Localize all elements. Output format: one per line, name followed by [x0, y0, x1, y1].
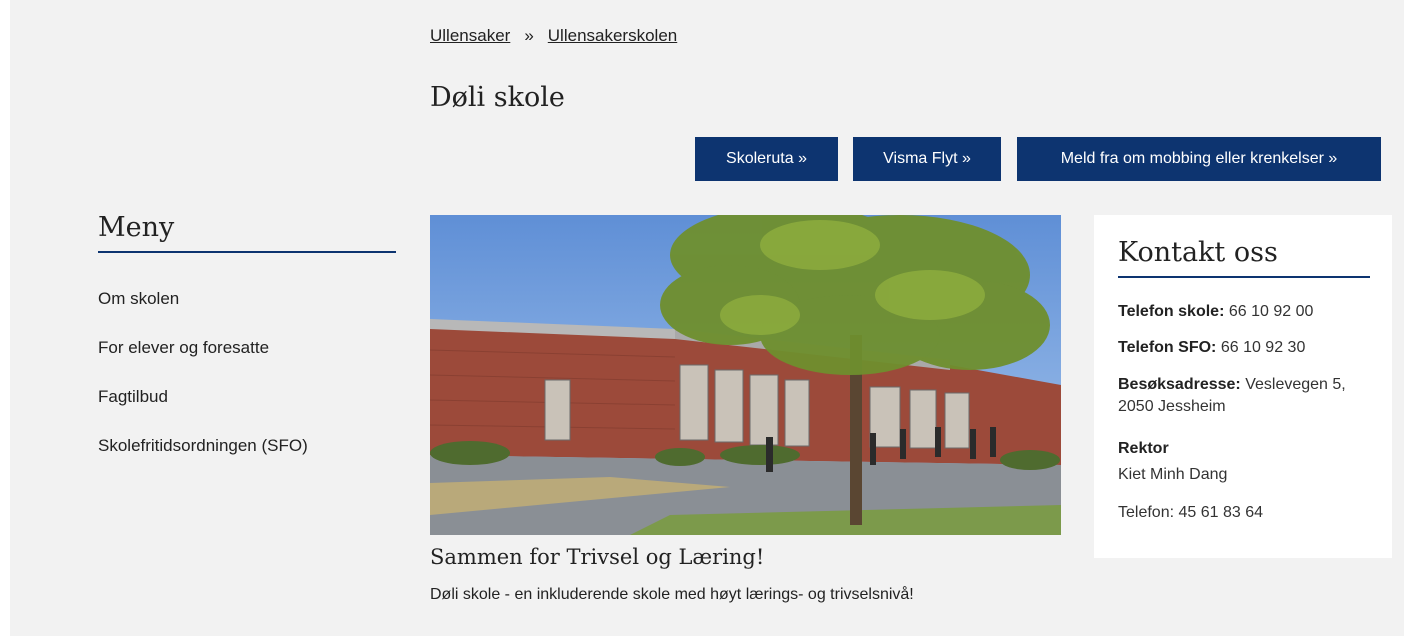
phone-school-value: 66 10 92 00: [1224, 303, 1314, 320]
visma-flyt-button[interactable]: Visma Flyt »: [853, 137, 1001, 181]
hero-caption-text: Døli skole - en inkluderende skole med h…: [430, 586, 914, 603]
phone-sfo-value: 66 10 92 30: [1216, 339, 1306, 356]
menu-item-sfo[interactable]: Skolefritidsordningen (SFO): [98, 435, 308, 484]
menu-heading: Meny: [98, 212, 396, 253]
visit-address: Besøksadresse: Veslevegen 5, 2050 Jesshe…: [1118, 374, 1370, 418]
principal-label: Rektor: [1118, 438, 1370, 460]
contact-heading: Kontakt oss: [1118, 237, 1370, 278]
menu-item-om-skolen[interactable]: Om skolen: [98, 288, 308, 337]
principal-name: Kiet Minh Dang: [1118, 466, 1228, 483]
phone-school: Telefon skole: 66 10 92 00: [1118, 301, 1370, 323]
menu-item-elever-foresatte[interactable]: For elever og foresatte: [98, 337, 308, 386]
breadcrumb-link-ullensakerskolen[interactable]: Ullensakerskolen: [548, 26, 677, 45]
school-photo-illustration: [430, 215, 1061, 535]
phone-sfo: Telefon SFO: 66 10 92 30: [1118, 337, 1370, 359]
breadcrumb-separator: »: [524, 26, 534, 45]
phone-school-label: Telefon skole:: [1118, 303, 1225, 320]
skoleruta-button[interactable]: Skoleruta »: [695, 137, 838, 181]
report-bullying-button[interactable]: Meld fra om mobbing eller krenkelser »: [1017, 137, 1381, 181]
menu-item-fagtilbud[interactable]: Fagtilbud: [98, 386, 308, 435]
phone-sfo-label: Telefon SFO:: [1118, 339, 1217, 356]
side-menu: Om skolen For elever og foresatte Fagtil…: [98, 288, 308, 484]
principal-title: Rektor: [1118, 440, 1169, 457]
breadcrumb: Ullensaker » Ullensakerskolen: [430, 26, 677, 46]
contact-box: Kontakt oss Telefon skole: 66 10 92 00 T…: [1094, 215, 1392, 558]
page-title: Døli skole: [430, 82, 565, 113]
school-photo: [430, 215, 1061, 535]
hero-caption-title: Sammen for Trivsel og Læring!: [430, 545, 765, 569]
visit-address-label: Besøksadresse:: [1118, 376, 1241, 393]
principal-phone: Telefon: 45 61 83 64: [1118, 504, 1264, 521]
breadcrumb-link-ullensaker[interactable]: Ullensaker: [430, 26, 510, 45]
